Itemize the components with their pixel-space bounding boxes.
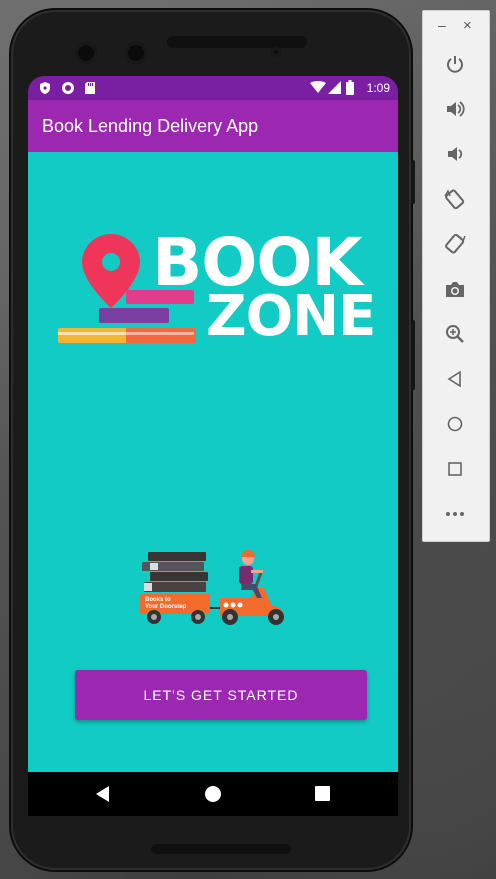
front-camera-icon [75, 42, 97, 64]
delivery-scooter-illustration: Books to Your Doorstep [138, 550, 298, 630]
status-bar: 1:09 [28, 76, 398, 100]
battery-icon [346, 80, 354, 98]
volume-down-icon[interactable] [440, 139, 470, 169]
power-icon[interactable] [440, 49, 470, 79]
more-icon[interactable] [440, 499, 470, 529]
get-started-button[interactable]: LET'S GET STARTED [75, 670, 367, 720]
camera-icon[interactable] [440, 274, 470, 304]
rotate-left-icon[interactable] [440, 184, 470, 214]
status-time: 1:09 [366, 81, 390, 95]
sensor-icon [125, 42, 147, 64]
shield-notification-icon [38, 81, 52, 98]
navigation-bar [28, 772, 398, 816]
sync-notification-icon [61, 81, 75, 98]
nav-home-icon[interactable] [205, 786, 221, 807]
sd-card-notification-icon [84, 81, 96, 98]
cart-text-line2: Your Doorstep [145, 604, 187, 610]
signal-icon [328, 81, 341, 97]
wifi-icon [310, 80, 326, 97]
zoom-icon[interactable] [440, 319, 470, 349]
close-panel-button[interactable]: × [463, 17, 472, 34]
nav-overview-icon[interactable] [315, 786, 330, 806]
book-zone-logo: BOOK ZONE [56, 224, 376, 362]
phone-power-key [411, 160, 415, 204]
minimize-button[interactable]: – [438, 17, 446, 33]
app-title: Book Lending Delivery App [42, 116, 259, 136]
proximity-sensor-icon [271, 47, 281, 57]
scooter-graphic [140, 550, 284, 625]
nav-back-icon[interactable] [96, 786, 110, 807]
cart-text-line1: Books to [145, 597, 171, 603]
back-icon[interactable] [440, 364, 470, 394]
home-icon[interactable] [440, 409, 470, 439]
rotate-right-icon[interactable] [440, 229, 470, 259]
overview-icon[interactable] [440, 454, 470, 484]
splash-content: BOOK ZONE Books to Your Doorstep LET'S G… [28, 152, 398, 772]
emulator-control-panel: – × [422, 10, 490, 542]
app-bar: Book Lending Delivery App [28, 100, 398, 152]
device-screen: 1:09 Book Lending Delivery App BOOK ZONE [28, 76, 398, 816]
volume-up-icon[interactable] [440, 94, 470, 124]
phone-volume-key [411, 320, 415, 390]
earpiece [167, 36, 307, 48]
logo-word-zone: ZONE [206, 284, 376, 349]
bottom-speaker [151, 844, 291, 854]
